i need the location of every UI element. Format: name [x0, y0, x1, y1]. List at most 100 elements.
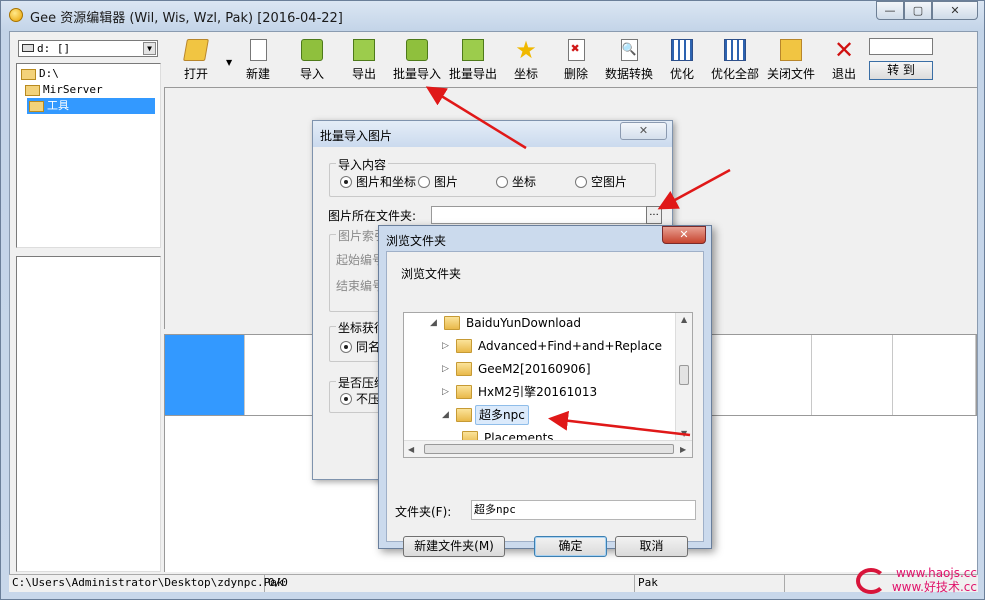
goto-input[interactable]: [869, 38, 933, 55]
scroll-down-icon[interactable]: ▼: [681, 429, 687, 438]
radio-empty-image[interactable]: 空图片: [575, 175, 627, 189]
scroll-right-icon[interactable]: ▶: [680, 445, 686, 454]
minimize-button[interactable]: —: [876, 1, 904, 20]
status-bar: C:\Users\Administrator\Desktop\zdynpc.Pa…: [9, 574, 978, 592]
scroll-up-icon[interactable]: ▲: [681, 315, 687, 324]
new-folder-button[interactable]: 新建文件夹(M): [403, 536, 505, 557]
thumbnail-cell[interactable]: [812, 335, 893, 415]
radio-image-and-coord[interactable]: 图片和坐标: [340, 175, 416, 189]
scroll-thumb[interactable]: [424, 444, 674, 454]
delete-icon: [567, 39, 585, 61]
dir-item-root[interactable]: D:\: [19, 66, 154, 82]
folder-tree[interactable]: ◢ BaiduYunDownload ▷ Advanced+Find+and+R…: [403, 312, 693, 458]
tree-horizontal-scrollbar[interactable]: ◀ ▶: [404, 440, 692, 457]
data-convert-button[interactable]: 数据转换: [602, 34, 656, 84]
dialog-close-button[interactable]: ✕: [662, 226, 706, 244]
folder-open-icon: [29, 101, 44, 112]
thumbnail-cell[interactable]: [893, 335, 976, 415]
radio-icon: [418, 176, 430, 188]
folder-icon: [456, 408, 472, 422]
radio-selected-icon: [340, 393, 352, 405]
expanded-arrow-icon: ◢: [442, 410, 449, 420]
scroll-left-icon[interactable]: ◀: [408, 445, 414, 454]
start-number-label: 起始编号: [336, 253, 385, 267]
folder-open-icon: [25, 85, 40, 96]
watermark: www.haojs.cc www.好技术.cc: [855, 566, 977, 594]
new-file-icon: [249, 39, 267, 61]
folder-open-icon: [21, 69, 36, 80]
folder-open-icon: [183, 39, 209, 61]
close-file-button[interactable]: 关闭文件: [764, 34, 818, 84]
import-button[interactable]: 导入: [292, 34, 332, 84]
star-icon: ★: [515, 36, 537, 64]
thumbnail-cell[interactable]: [165, 335, 245, 415]
maximize-button[interactable]: ▢: [904, 1, 932, 20]
scroll-thumb[interactable]: [679, 365, 689, 385]
dialog-prompt: 浏览文件夹: [401, 267, 462, 281]
app-icon: [9, 8, 23, 22]
folder-name-label: 文件夹(F):: [395, 505, 452, 519]
goto-button[interactable]: 转 到: [869, 61, 933, 80]
watermark-logo-icon: [855, 568, 886, 594]
radio-icon: [496, 176, 508, 188]
optimize-button[interactable]: 优化: [662, 34, 702, 84]
dialog-title-bar: 浏览文件夹 ✕: [379, 226, 711, 250]
grid-icon: [724, 39, 746, 61]
radio-same-name[interactable]: 同名: [340, 340, 380, 354]
folder-icon: [444, 316, 460, 330]
dialog-close-button[interactable]: ✕: [620, 122, 667, 140]
watermark-line1: www.haojs.cc: [895, 566, 977, 580]
batch-export-button[interactable]: 批量导出: [446, 34, 500, 84]
left-panel: d: [] ▼ D:\ MirServer 工具: [15, 38, 163, 572]
status-path: C:\Users\Administrator\Desktop\zdynpc.Pa…: [9, 575, 284, 592]
drive-icon: [22, 44, 34, 52]
folder-icon: [456, 339, 472, 353]
toolbar: 打开 ▼ 新建 导入 导出 批量导入 批量导出 ★ 坐标 ✖ 删除 🔍 数据转换…: [172, 34, 977, 84]
open-button[interactable]: 打开: [176, 34, 216, 84]
radio-no-compress[interactable]: 不压: [340, 392, 380, 406]
export-button[interactable]: 导出: [344, 34, 384, 84]
exit-button[interactable]: ✕ 退出: [824, 34, 864, 84]
cancel-button[interactable]: 取消: [615, 536, 688, 557]
exit-icon: ✕: [833, 36, 855, 64]
dialog-title: 浏览文件夹: [386, 234, 447, 248]
collapsed-arrow-icon: ▷: [442, 387, 449, 397]
window-title: Gee 资源编辑器 (Wil, Wis, Wzl, Pak) [2016-04-…: [30, 11, 343, 26]
radio-coord[interactable]: 坐标: [496, 175, 536, 189]
drive-value: d: []: [37, 42, 71, 55]
open-dropdown-caret[interactable]: ▼: [226, 58, 232, 67]
watermark-line2: www.好技术.cc: [891, 580, 977, 594]
status-count: 0/0: [265, 575, 635, 592]
dir-item-tools[interactable]: 工具: [27, 98, 155, 114]
delete-button[interactable]: 删除: [556, 34, 596, 84]
radio-selected-icon: [340, 341, 352, 353]
folder-path-input[interactable]: [431, 206, 647, 224]
batch-export-icon: [462, 39, 484, 61]
coordinate-button[interactable]: ★ 坐标: [506, 34, 546, 84]
tree-vertical-scrollbar[interactable]: ▲ ▼: [675, 313, 692, 441]
thumbnail-cell[interactable]: [731, 335, 812, 415]
close-button[interactable]: ✕: [932, 1, 978, 20]
import-content-group: 导入内容 图片和坐标 图片 坐标 空图片: [329, 156, 656, 197]
browse-folder-dialog: 浏览文件夹 ✕ 浏览文件夹 ◢ BaiduYunDownload ▷ Advan…: [378, 225, 712, 557]
radio-selected-icon: [340, 176, 352, 188]
dialog-title: 批量导入图片: [320, 129, 393, 143]
status-type: Pak: [635, 575, 785, 592]
drive-select[interactable]: d: [] ▼: [18, 40, 158, 57]
batch-import-button[interactable]: 批量导入: [390, 34, 444, 84]
directory-list[interactable]: D:\ MirServer 工具: [16, 63, 161, 248]
radio-image[interactable]: 图片: [418, 175, 458, 189]
optimize-all-button[interactable]: 优化全部: [708, 34, 762, 84]
chevron-down-icon[interactable]: ▼: [143, 42, 156, 55]
dir-item-mirserver[interactable]: MirServer: [23, 82, 154, 98]
new-button[interactable]: 新建: [238, 34, 278, 84]
folder-icon: [780, 39, 802, 61]
batch-import-icon: [406, 39, 428, 61]
folder-label: 图片所在文件夹:: [328, 209, 417, 223]
file-list[interactable]: [16, 256, 161, 572]
browse-button[interactable]: ...: [646, 206, 662, 224]
end-number-label: 结束编号: [336, 279, 385, 293]
folder-name-input[interactable]: 超多npc: [471, 500, 696, 520]
ok-button[interactable]: 确定: [534, 536, 607, 557]
dialog-title-bar: 批量导入图片 ✕: [313, 121, 672, 147]
